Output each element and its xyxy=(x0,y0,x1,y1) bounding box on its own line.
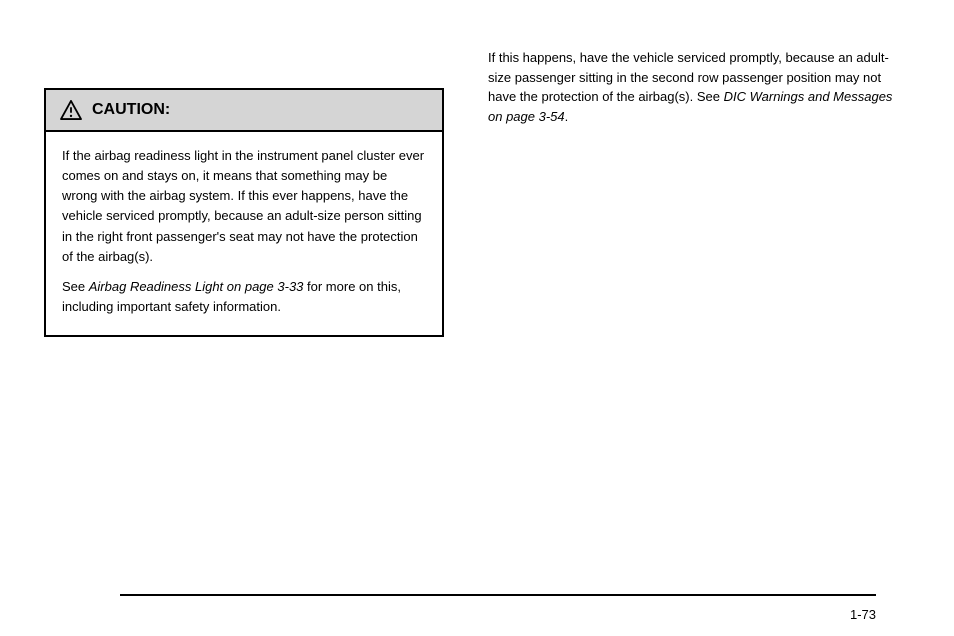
page-number: 1-73 xyxy=(850,607,876,622)
two-column-layout: CAUTION: If the airbag readiness light i… xyxy=(44,48,898,355)
caution-paragraph-2: See Airbag Readiness Light on page 3-33 … xyxy=(62,277,426,317)
left-column: CAUTION: If the airbag readiness light i… xyxy=(44,48,444,355)
page: CAUTION: If the airbag readiness light i… xyxy=(0,0,954,355)
warning-triangle-icon xyxy=(60,100,82,120)
caution-header: CAUTION: xyxy=(46,90,442,132)
caution-title: CAUTION: xyxy=(92,98,170,122)
caution-box: CAUTION: If the airbag readiness light i… xyxy=(44,88,444,337)
right-column: If this happens, have the vehicle servic… xyxy=(488,48,898,355)
caution-body: If the airbag readiness light in the ins… xyxy=(46,132,442,335)
caution-paragraph-1: If the airbag readiness light in the ins… xyxy=(62,146,426,267)
cross-reference: Airbag Readiness Light on page 3-33 xyxy=(89,279,304,294)
footer-rule xyxy=(120,594,876,596)
right-paragraph-1: If this happens, have the vehicle servic… xyxy=(488,48,898,126)
